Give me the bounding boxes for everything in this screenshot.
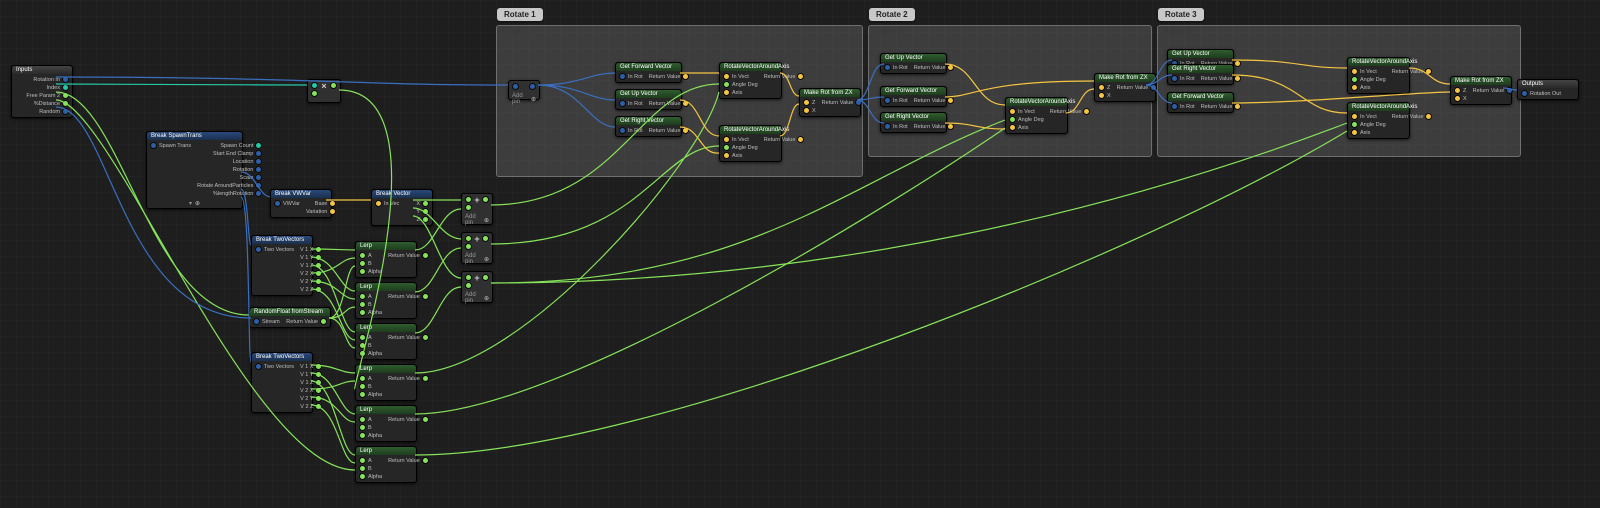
node-break-spawntrans[interactable]: Break SpawnTrans Spawn Trans Spawn Count… [146, 131, 243, 209]
add-pin-button[interactable]: Add pin [462, 252, 492, 266]
node-lerp[interactable]: Lerp A B Alpha Return Value [355, 446, 417, 483]
node-multiply-int-float[interactable]: × [307, 79, 341, 103]
node-rotate-vector-around-axis[interactable]: RotateVectorAroundAxis In Vect Angle Deg… [1347, 57, 1410, 94]
node-lerp[interactable]: Lerp A B Alpha Return Value [355, 323, 417, 360]
node-title: Make Rot from ZX [800, 89, 860, 97]
node-title: RotateVectorAroundAxis [720, 126, 781, 134]
node-title: Outputs [1518, 80, 1578, 88]
node-title: Break TwoVectors [252, 353, 312, 361]
node-title: Inputs [12, 66, 72, 74]
node-title: RotateVectorAroundAxis [720, 63, 781, 71]
add-pin-button[interactable]: Add pin [462, 213, 492, 227]
node-outputs[interactable]: Outputs Rotation Out [1517, 79, 1579, 100]
node-title: RotateVectorAroundAxis [1348, 103, 1409, 111]
node-add-a[interactable]: + Add pin [461, 193, 493, 225]
node-title: Lerp [356, 242, 416, 250]
group-title: Rotate 1 [502, 29, 530, 36]
node-add-c[interactable]: + Add pin [461, 271, 493, 303]
node-title: RandomFloat fromStream [250, 308, 330, 316]
node-random-float-from-stream[interactable]: RandomFloat fromStream Stream Return Val… [249, 307, 331, 328]
node-title: Lerp [356, 283, 416, 291]
node-rotate-vector-around-axis[interactable]: RotateVectorAroundAxis In Vect Angle Deg… [1005, 97, 1068, 134]
group-title: Rotate 2 [874, 29, 902, 36]
node-getRight[interactable]: Get Right Vector In Rot Return Value [615, 116, 682, 137]
node-make-rot-from-zx[interactable]: Make Rot from ZX Z X Return Value [1450, 76, 1512, 105]
node-title: Get Forward Vector [881, 87, 946, 95]
node-title: Get Up Vector [616, 90, 681, 98]
node-title: Get Right Vector [881, 113, 946, 121]
node-lerp[interactable]: Lerp A B Alpha Return Value [355, 241, 417, 278]
add-pin-button[interactable]: Add pin [462, 291, 492, 305]
node-title: Lerp [356, 365, 416, 373]
group-title: Rotate 3 [1163, 29, 1191, 36]
node-lerp[interactable]: Lerp A B Alpha Return Value [355, 364, 417, 401]
node-title: Break TwoVectors [252, 236, 312, 244]
node-add-b[interactable]: + Add pin [461, 232, 493, 264]
node-break-twovectors-a[interactable]: Break TwoVectors Two Vectors V 1 X V 1 Y… [251, 235, 313, 296]
node-title: Break Vector [372, 190, 432, 198]
node-title: RotateVectorAroundAxis [1348, 58, 1409, 66]
node-title: Lerp [356, 324, 416, 332]
node-title: Get Forward Vector [1168, 93, 1233, 101]
node-getFwd[interactable]: Get Forward Vector In Rot Return Value [615, 62, 682, 83]
node-title: Get Up Vector [881, 54, 946, 62]
multiply-icon: × [321, 81, 326, 91]
node-getUp[interactable]: Get Up Vector In Rot Return Value [615, 89, 682, 110]
node-break-twovectors-b[interactable]: Break TwoVectors Two Vectors V 1 X V 1 Y… [251, 352, 313, 413]
node-rotate-vector-around-axis[interactable]: RotateVectorAroundAxis In Vect Angle Deg… [719, 62, 782, 99]
node-title: Make Rot from ZX [1451, 77, 1511, 85]
node-inputs[interactable]: Inputs Rotation In Index Free Param 2 %D… [11, 65, 73, 118]
node-getFwd[interactable]: Get Forward Vector In Rot Return Value [880, 86, 947, 107]
node-getRight[interactable]: Get Right Vector In Rot Return Value [880, 112, 947, 133]
node-title: Make Rot from ZX [1095, 74, 1155, 82]
node-getUp[interactable]: Get Up Vector In Rot Return Value [880, 53, 947, 74]
node-add-rot[interactable]: Add pin [508, 80, 540, 100]
group-label: Rotate 3 [1158, 8, 1204, 21]
node-make-rot-from-zx[interactable]: Make Rot from ZX Z X Return Value [1094, 73, 1156, 102]
group-label: Rotate 2 [869, 8, 915, 21]
node-lerp[interactable]: Lerp A B Alpha Return Value [355, 282, 417, 319]
node-break-vwvar[interactable]: Break VWVar VWVar Base Variation [270, 189, 332, 218]
add-pin-button[interactable]: Add pin [509, 92, 539, 106]
node-title: Get Right Vector [616, 117, 681, 125]
node-title: Get Forward Vector [616, 63, 681, 71]
plus-icon: + [474, 234, 479, 244]
node-getRight[interactable]: Get Right Vector In Rot Return Value [1167, 64, 1234, 85]
node-break-vector[interactable]: Break Vector In Vec X Y Z [371, 189, 433, 226]
node-rotate-vector-around-axis[interactable]: RotateVectorAroundAxis In Vect Angle Deg… [1347, 102, 1410, 139]
node-title: RotateVectorAroundAxis [1006, 98, 1067, 106]
node-title: Break SpawnTrans [147, 132, 242, 140]
node-title: Break VWVar [271, 190, 331, 198]
node-getFwd[interactable]: Get Forward Vector In Rot Return Value [1167, 92, 1234, 113]
node-rotate-vector-around-axis[interactable]: RotateVectorAroundAxis In Vect Angle Deg… [719, 125, 782, 162]
node-make-rot-from-zx[interactable]: Make Rot from ZX Z X Return Value [799, 88, 861, 117]
node-title: Get Up Vector [1168, 50, 1233, 58]
plus-icon: + [474, 195, 479, 205]
group-label: Rotate 1 [497, 8, 543, 21]
node-title: Lerp [356, 447, 416, 455]
node-title: Get Right Vector [1168, 65, 1233, 73]
plus-icon: + [474, 273, 479, 283]
node-lerp[interactable]: Lerp A B Alpha Return Value [355, 405, 417, 442]
expand-struct-icon[interactable]: ▾ [147, 199, 242, 208]
node-title: Lerp [356, 406, 416, 414]
